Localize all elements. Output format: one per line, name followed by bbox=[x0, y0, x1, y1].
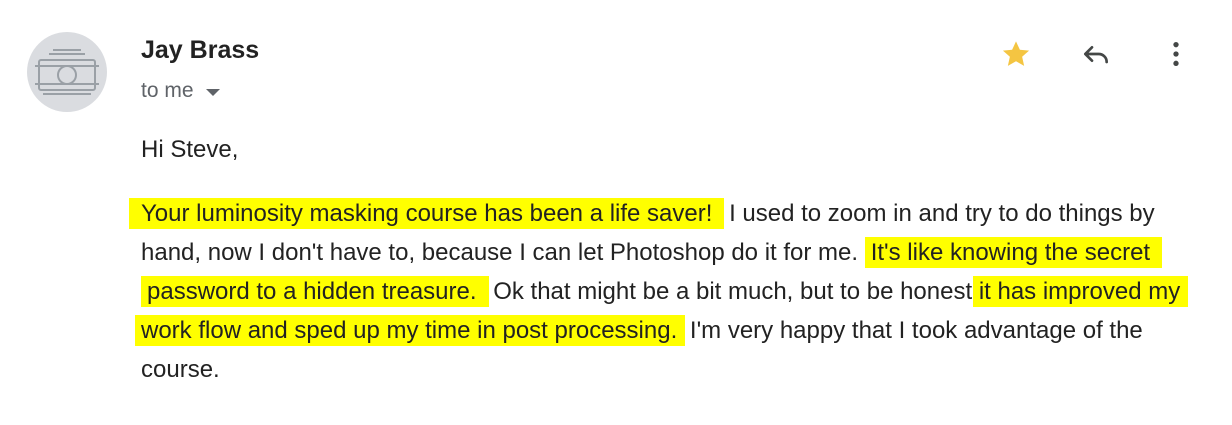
star-button[interactable] bbox=[996, 34, 1036, 74]
message-greeting: Hi Steve, bbox=[141, 136, 239, 163]
message-paragraph: Your luminosity masking course has been … bbox=[129, 194, 1191, 389]
avatar[interactable] bbox=[27, 32, 107, 112]
recipient-details-toggle[interactable]: to me bbox=[141, 79, 220, 103]
star-icon bbox=[1002, 41, 1030, 66]
highlighted-text: Your luminosity masking course has been … bbox=[129, 198, 725, 229]
reply-button[interactable] bbox=[1076, 34, 1116, 74]
message-text: Ok that might be a bit much, but to be h… bbox=[486, 278, 979, 305]
caret-down-icon bbox=[205, 88, 220, 96]
more-vert-icon bbox=[1173, 42, 1179, 66]
sender-name[interactable]: Jay Brass bbox=[141, 36, 259, 65]
recipient-label: to me bbox=[141, 79, 194, 102]
more-options-button[interactable] bbox=[1156, 34, 1196, 74]
camera-icon bbox=[35, 49, 99, 95]
message-body: Hi Steve, Your luminosity masking course… bbox=[129, 130, 1191, 389]
reply-icon bbox=[1084, 45, 1108, 64]
message-actions bbox=[990, 34, 1200, 74]
